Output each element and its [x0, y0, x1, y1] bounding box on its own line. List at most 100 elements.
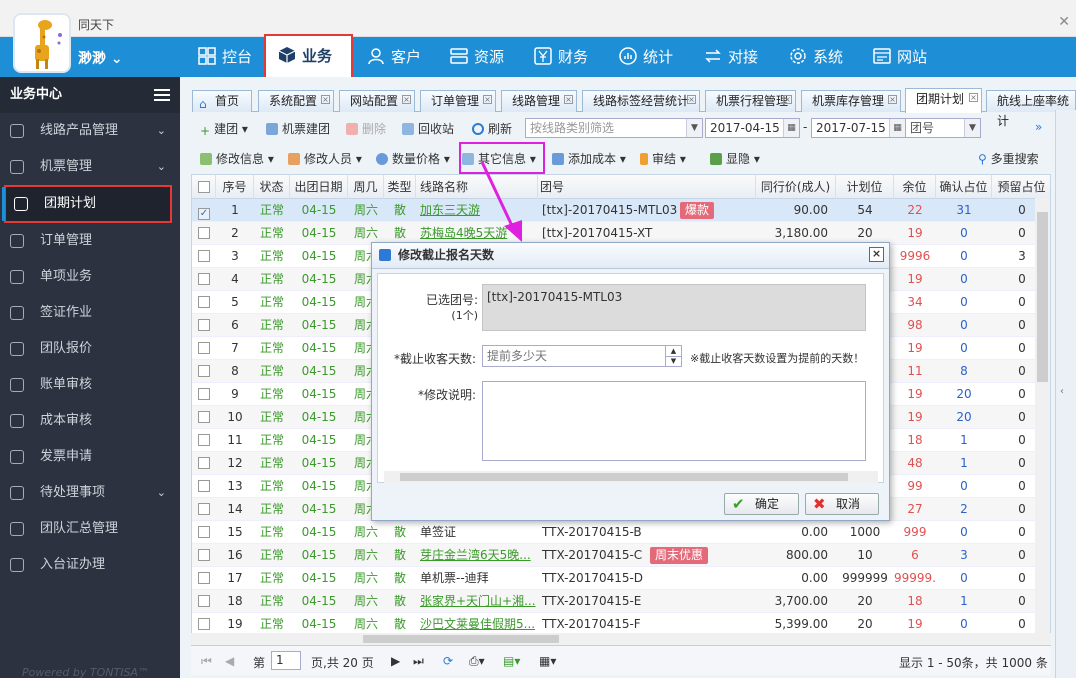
route-name[interactable]: 单签证 — [416, 521, 538, 544]
spinner-down-icon[interactable]: ▼ — [665, 356, 681, 366]
sidebar-item-visa[interactable]: 签证作业 — [0, 295, 180, 331]
tab-close-icon[interactable]: × — [321, 95, 330, 104]
nav-business[interactable]: 业务 — [264, 34, 353, 79]
sidebar-item-flight-management[interactable]: 机票管理 ⌄ — [0, 149, 180, 185]
date-from-input[interactable]: 2017-04-15 ▦ — [705, 118, 800, 138]
col-header[interactable]: 周几 — [348, 175, 384, 199]
sidebar-item-invoice[interactable]: 发票申请 — [0, 439, 180, 475]
nav-customer[interactable]: 客户 — [365, 37, 435, 77]
nav-website[interactable]: 网站 — [871, 37, 941, 77]
grid-vertical-scrollbar[interactable] — [1035, 198, 1050, 633]
note-textarea[interactable] — [482, 381, 866, 461]
route-name[interactable]: 单机票--迪拜 — [416, 567, 538, 590]
calendar-icon[interactable]: ▦ — [889, 119, 905, 137]
row-checkbox[interactable] — [192, 383, 216, 406]
reload-icon[interactable]: ⟳ — [443, 654, 453, 668]
tab-close-icon[interactable]: × — [888, 95, 897, 104]
row-checkbox[interactable] — [192, 360, 216, 383]
tab-close-icon[interactable]: × — [783, 95, 792, 104]
tab-close-icon[interactable]: × — [687, 95, 696, 104]
print-icon[interactable]: ⎙▾ — [469, 654, 485, 669]
row-checkbox[interactable] — [192, 590, 216, 613]
tab-route-occupancy[interactable]: 航线上座率统计 — [986, 90, 1076, 128]
spinner-up-icon[interactable]: ▲ — [665, 346, 681, 356]
sidebar-item-team-quote[interactable]: 团队报价 — [0, 331, 180, 367]
route-name[interactable]: 张家界+天门山+湘... — [416, 590, 538, 613]
row-checkbox[interactable] — [192, 245, 216, 268]
tour-number-select[interactable]: 团号 ▼ — [905, 118, 981, 138]
create-tour-button[interactable]: + 建团 ▾ — [200, 120, 248, 138]
days-input[interactable] — [483, 346, 665, 366]
next-page-icon[interactable]: ▶ — [391, 654, 400, 668]
first-page-icon[interactable]: ⏮ — [201, 654, 212, 669]
scrollbar-thumb[interactable] — [400, 473, 848, 481]
grid-horizontal-scrollbar[interactable] — [191, 633, 1051, 645]
col-header[interactable]: 出团日期 — [290, 175, 348, 199]
tab-route-tag-stats[interactable]: 线路标签经营统计 × — [582, 90, 700, 112]
tab-close-icon[interactable]: × — [969, 93, 978, 102]
nav-integration[interactable]: 对接 — [702, 37, 772, 77]
tab-system-config[interactable]: 系统配置 × — [258, 90, 334, 112]
sidebar-item-route-products[interactable]: 线路产品管理 ⌄ — [0, 113, 180, 149]
qty-price-button[interactable]: 数量价格 ▾ — [376, 150, 450, 167]
tab-flight-itinerary[interactable]: 机票行程管理 × — [705, 90, 796, 112]
row-checkbox[interactable] — [192, 291, 216, 314]
nav-resource[interactable]: 资源 — [448, 37, 518, 77]
sidebar-item-taiwan-permit[interactable]: 入台证办理 — [0, 547, 180, 583]
table-row[interactable]: 16 正常 04-15 周六散芽庄金兰湾6天5晚... TTX-20170415-C 80… — [192, 544, 1050, 567]
sidebar-item-team-summary[interactable]: 团队汇总管理 — [0, 511, 180, 547]
route-name[interactable]: 沙巴文莱曼佳假期5... — [416, 613, 538, 634]
tab-close-icon[interactable]: × — [483, 95, 492, 104]
sidebar-item-orders[interactable]: 订单管理 — [0, 223, 180, 259]
table-row[interactable]: 19 正常 04-15 周六 散沙巴文莱曼佳假期5... TTX-20170415-F 5,… — [192, 613, 1050, 634]
row-checkbox[interactable] — [192, 199, 216, 222]
sidebar-item-cost-audit[interactable]: 成本审核 — [0, 403, 180, 439]
last-page-icon[interactable]: ⏭ — [413, 654, 424, 669]
col-header[interactable]: 序号 — [216, 175, 254, 199]
edit-info-button[interactable]: 修改信息 ▾ — [200, 150, 274, 167]
row-checkbox[interactable] — [192, 613, 216, 634]
col-header[interactable]: 团号 — [538, 175, 756, 199]
row-checkbox[interactable] — [192, 452, 216, 475]
row-checkbox[interactable] — [192, 314, 216, 337]
table-row[interactable]: 18 正常 04-15 周六 散张家界+天门山+湘... TTX-20170415-E 3,… — [192, 590, 1050, 613]
col-header[interactable]: 同行价(成人) — [756, 175, 836, 199]
sidebar-item-tour-schedule[interactable]: 团期计划 — [2, 185, 172, 223]
select-all-checkbox[interactable] — [192, 175, 216, 199]
col-header[interactable]: 预留占位 — [992, 175, 1050, 199]
row-checkbox[interactable] — [192, 498, 216, 521]
col-header[interactable]: 计划位 — [836, 175, 894, 199]
row-checkbox[interactable] — [192, 544, 216, 567]
row-checkbox[interactable] — [192, 337, 216, 360]
row-checkbox[interactable] — [192, 222, 216, 245]
nav-system[interactable]: 系统 — [787, 37, 857, 77]
tab-close-icon[interactable]: × — [402, 95, 411, 104]
multi-search-button[interactable]: ⚲ 多重搜索 — [978, 150, 1039, 167]
sidebar-item-single-service[interactable]: 单项业务 — [0, 259, 180, 295]
add-cost-button[interactable]: 添加成本 ▾ — [552, 150, 626, 167]
tab-site-config[interactable]: 网站配置 × — [339, 90, 415, 112]
tab-tour-schedule[interactable]: 团期计划 × — [905, 88, 982, 113]
nav-statistics[interactable]: 统计 — [617, 37, 687, 77]
columns-icon[interactable]: ▦▾ — [539, 654, 556, 668]
tab-close-icon[interactable]: × — [564, 95, 573, 104]
col-header[interactable]: 状态 — [254, 175, 290, 199]
prev-page-icon[interactable]: ◀ — [225, 654, 234, 668]
scrollbar-thumb[interactable] — [363, 635, 559, 643]
page-number-input[interactable]: 1 — [271, 651, 301, 670]
sidebar-item-pending[interactable]: 待处理事项 ⌄ — [0, 475, 180, 511]
nav-dashboard[interactable]: 控台 — [196, 37, 264, 77]
recycle-bin-button[interactable]: 回收站 — [402, 120, 454, 137]
flight-create-button[interactable]: 机票建团 — [266, 120, 330, 137]
tab-routes[interactable]: 线路管理 × — [501, 90, 577, 112]
tab-home[interactable]: ⌂ 首页 — [192, 90, 252, 112]
tab-orders[interactable]: 订单管理 × — [420, 90, 496, 112]
row-checkbox[interactable] — [192, 406, 216, 429]
table-row[interactable]: 1正常04-15周六散加东三天游[ttx]-20170415-MTL0390.0… — [192, 199, 1050, 222]
audit-button[interactable]: 审结 ▾ — [640, 150, 686, 167]
expand-panel-icon[interactable]: ‹ — [1060, 386, 1064, 397]
more-icon[interactable]: » — [1035, 120, 1042, 134]
show-hide-button[interactable]: 显隐 ▾ — [710, 150, 760, 167]
window-close-icon[interactable]: ✕ — [1058, 14, 1070, 30]
table-row[interactable]: 17 正常 04-15 周六 散单机票--迪拜 TTX-20170415-D 0.00 999… — [192, 567, 1050, 590]
